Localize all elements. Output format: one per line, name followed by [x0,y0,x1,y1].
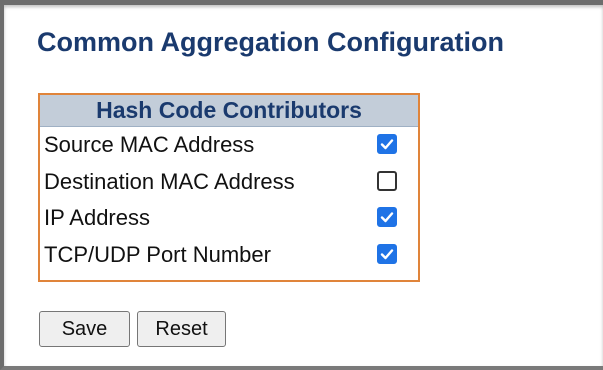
checkmark-icon [380,139,394,150]
table-row-destination-mac: Destination MAC Address [40,164,418,201]
checkmark-icon [380,248,394,259]
hash-code-contributors-table: Hash Code Contributors Source MAC Addres… [38,93,420,282]
ip-address-checkbox[interactable] [377,207,397,227]
page-title: Common Aggregation Configuration [37,27,504,57]
table-header: Hash Code Contributors [40,95,418,127]
row-label-source-mac: Source MAC Address [44,132,255,157]
source-mac-checkbox[interactable] [377,134,397,154]
reset-button[interactable]: Reset [137,311,226,347]
config-panel: Common Aggregation Configuration Hash Co… [0,0,603,370]
table-row-ip-address: IP Address [40,200,418,237]
checkmark-icon [380,212,394,223]
save-button[interactable]: Save [39,311,130,347]
row-label-ip-address: IP Address [44,205,150,230]
table-row-source-mac: Source MAC Address [40,127,418,164]
tcp-udp-port-checkbox[interactable] [377,243,397,264]
row-label-tcp-udp-port: TCP/UDP Port Number [44,241,271,267]
destination-mac-checkbox[interactable] [377,170,397,191]
row-label-destination-mac: Destination MAC Address [44,168,295,194]
table-row-tcp-udp-port: TCP/UDP Port Number [40,237,418,274]
